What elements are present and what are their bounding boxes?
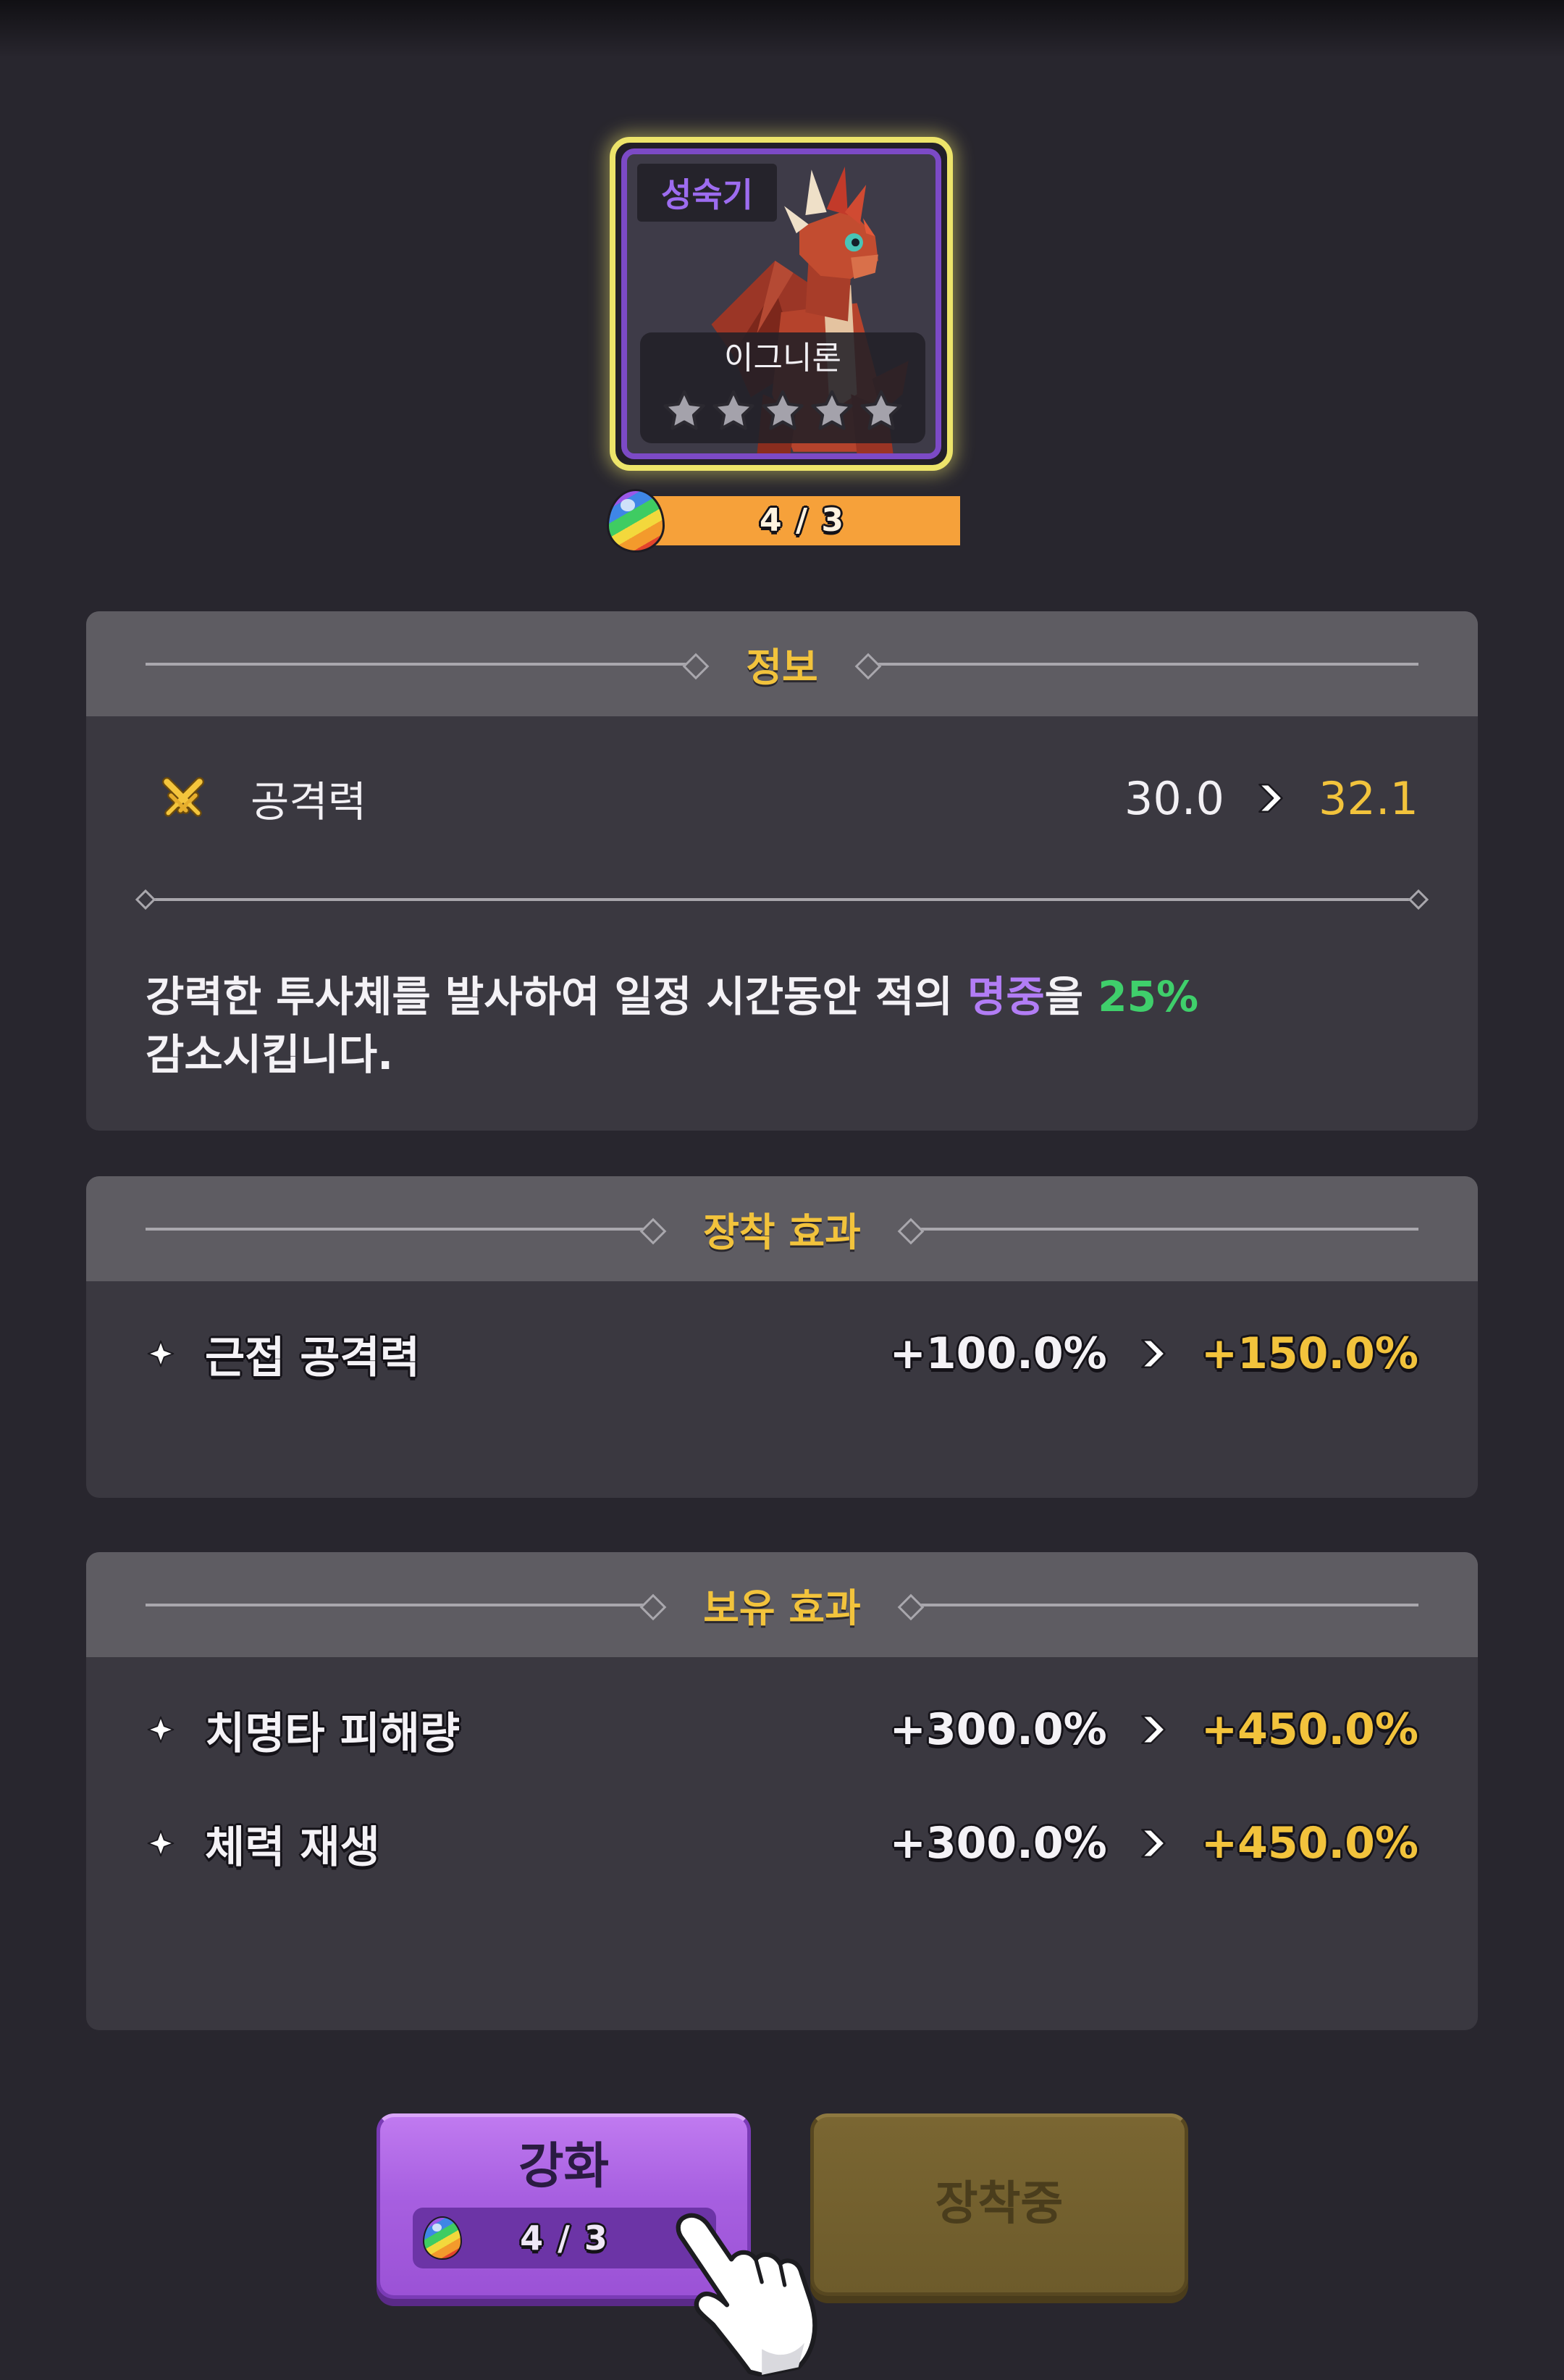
header-divider-line <box>146 1603 656 1606</box>
arrow-right-icon <box>1253 780 1290 816</box>
pet-card: 성숙기 이그니론 <box>610 137 953 471</box>
possession-effects-title: 보유 효과 <box>703 1585 861 1631</box>
possession-effects-header: 보유 효과 <box>86 1552 1478 1657</box>
arrow-right-icon <box>1136 1825 1172 1861</box>
section-divider <box>135 889 1429 910</box>
header-divider-line <box>146 1227 656 1231</box>
info-panel-header: 정보 <box>86 611 1478 716</box>
effect-current-value: +300.0% <box>889 1704 1107 1755</box>
arrow-right-icon <box>1136 1336 1172 1372</box>
progress-track: 4 / 3 <box>644 496 960 545</box>
equipped-button[interactable]: 장착중 <box>810 2113 1188 2296</box>
four-point-star-icon <box>147 1830 175 1857</box>
four-point-star-icon <box>147 1340 175 1367</box>
star-icon <box>662 389 707 434</box>
growth-stage-label: 성숙기 <box>637 164 777 222</box>
effect-label: 근접 공격력 <box>205 1332 420 1383</box>
equipped-button-label: 장착중 <box>935 2177 1064 2231</box>
star-icon <box>810 389 854 434</box>
header-divider-line <box>865 662 1418 666</box>
equip-effects-panel: 장착 효과 근접 공격력 +100.0% +150.0% <box>86 1176 1478 1498</box>
effect-current-value: +100.0% <box>889 1328 1107 1379</box>
divider-diamond <box>135 889 156 910</box>
attack-stat-row: 공격력 30.0 32.1 <box>159 769 1418 827</box>
effect-value-change: +300.0% +450.0% <box>890 1704 1418 1755</box>
effect-next-value: +450.0% <box>1201 1704 1418 1755</box>
header-divider-line <box>146 662 699 666</box>
description-text: 강력한 투사체를 발사하여 일정 시간동안 적의 <box>146 972 967 1021</box>
effect-value-change: +300.0% +450.0% <box>890 1818 1418 1869</box>
info-panel-title: 정보 <box>746 645 818 690</box>
effect-row: 체력 재생 +300.0% +450.0% <box>147 1814 1418 1873</box>
pet-card-frame: 성숙기 이그니론 <box>621 148 941 459</box>
enhance-button-label: 강화 <box>518 2138 610 2195</box>
progress-text: 4 / 3 <box>760 502 845 539</box>
four-point-star-icon <box>147 1716 175 1743</box>
stat-next-value: 32.1 <box>1318 771 1418 825</box>
effect-row: 근접 공격력 +100.0% +150.0% <box>147 1325 1418 1383</box>
pet-name: 이그니론 <box>724 340 841 377</box>
crossed-swords-icon <box>159 776 207 820</box>
star-icon <box>711 389 756 434</box>
info-panel: 정보 공격력 30.0 32.1 강력한 투사체를 발사하여 일정 시간동안 적… <box>86 611 1478 1131</box>
header-divider-line <box>908 1227 1418 1231</box>
effect-label: 치명타 피해량 <box>205 1708 461 1759</box>
enhance-material-progress: 4 / 3 <box>607 489 962 553</box>
effect-next-value: +450.0% <box>1201 1818 1418 1869</box>
skill-description: 강력한 투사체를 발사하여 일정 시간동안 적의 명중을 25% 감소시킵니다. <box>146 968 1418 1084</box>
description-text: 감소시킵니다. <box>146 1030 394 1079</box>
effect-value-change: +100.0% +150.0% <box>890 1328 1418 1379</box>
stat-current-value: 30.0 <box>1124 771 1224 825</box>
effect-row: 치명타 피해량 +300.0% +450.0% <box>147 1701 1418 1759</box>
equip-effects-header: 장착 효과 <box>86 1176 1478 1281</box>
star-icon <box>859 389 904 434</box>
stat-value-change: 30.0 32.1 <box>1124 772 1418 825</box>
top-status-shade <box>0 0 1564 58</box>
pet-name-plate: 이그니론 <box>640 332 925 443</box>
star-rating <box>640 389 925 435</box>
possession-effects-panel: 보유 효과 치명타 피해량 +300.0% +450.0% 체력 재생 +300… <box>86 1552 1478 2030</box>
description-keyword: 명중 <box>967 972 1045 1021</box>
description-value: 25% <box>1098 972 1199 1021</box>
star-icon <box>760 389 805 434</box>
equip-effects-title: 장착 효과 <box>703 1210 861 1255</box>
effect-label: 체력 재생 <box>205 1822 380 1873</box>
effect-next-value: +150.0% <box>1201 1328 1418 1379</box>
description-text: 을 <box>1044 972 1098 1021</box>
header-divider-line <box>908 1603 1418 1606</box>
effect-current-value: +300.0% <box>889 1818 1107 1869</box>
arrow-right-icon <box>1136 1711 1172 1748</box>
stat-label: 공격력 <box>251 777 367 826</box>
divider-diamond <box>1408 889 1429 910</box>
pointing-hand-icon <box>668 2209 820 2376</box>
